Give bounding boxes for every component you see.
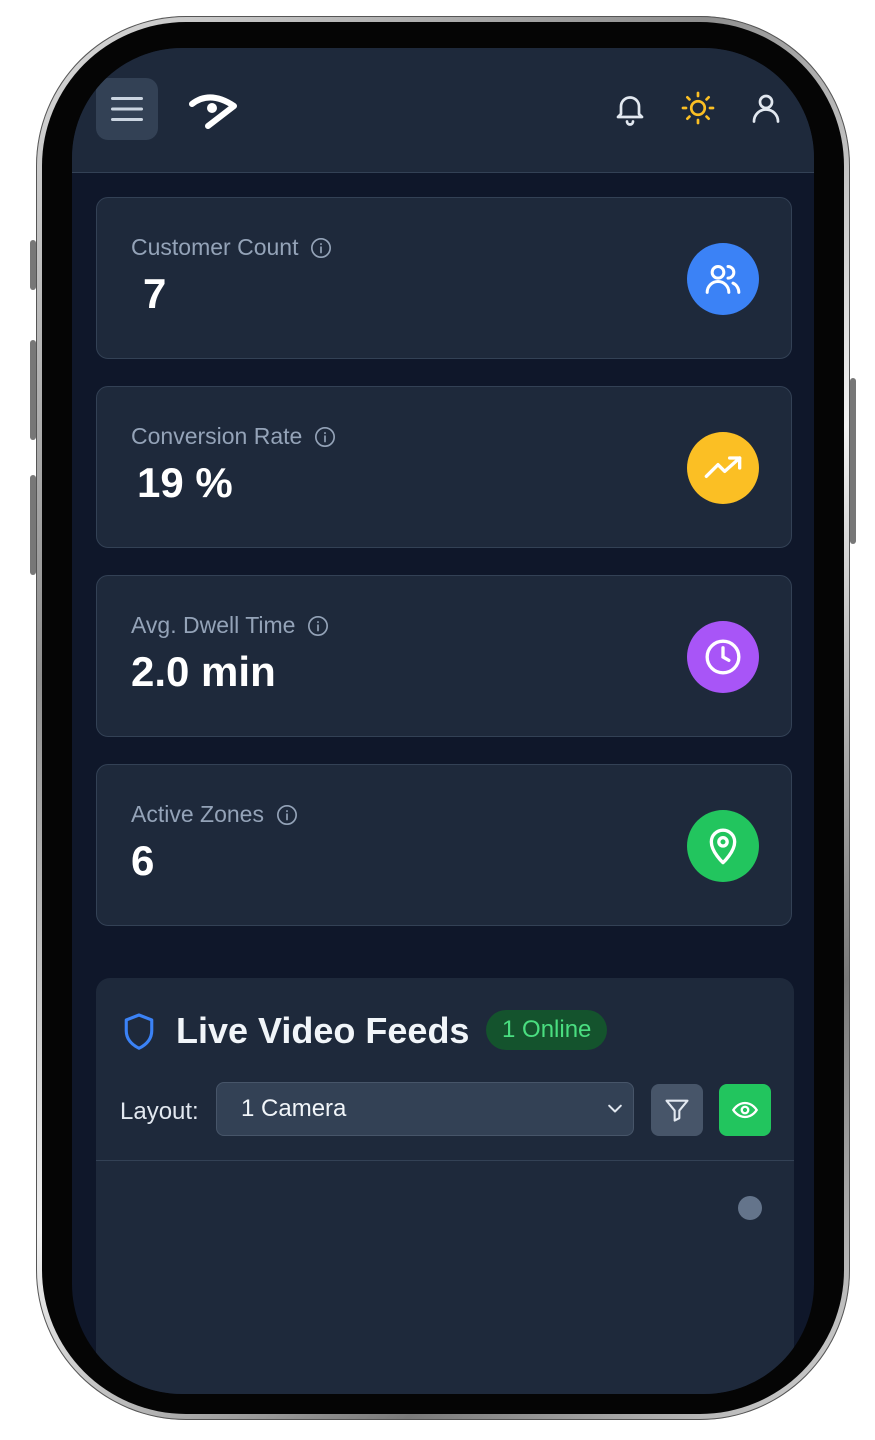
- layout-select[interactable]: 1 Camera: [216, 1082, 634, 1136]
- stat-icon-circle: [687, 621, 759, 693]
- stat-card-customer-count: Customer Count 7: [96, 197, 792, 359]
- stat-icon-circle: [687, 243, 759, 315]
- online-label: Online: [522, 1016, 592, 1043]
- layout-label: Layout:: [120, 1098, 199, 1125]
- online-status-badge: 1 Online: [486, 1010, 608, 1050]
- feeds-header: Live Video Feeds 1 Online Layout: 1 Came…: [96, 978, 794, 1161]
- view-button[interactable]: [719, 1084, 771, 1136]
- feeds-title: Live Video Feeds: [176, 1010, 470, 1051]
- stat-value: 19 %: [137, 459, 233, 506]
- menu-button[interactable]: [96, 78, 158, 140]
- stat-icon-circle: [687, 432, 759, 504]
- info-icon[interactable]: [310, 237, 332, 259]
- phone-volume-up: [30, 340, 36, 440]
- hamburger-icon: [111, 97, 143, 121]
- filter-button[interactable]: [651, 1084, 703, 1136]
- clock-icon: [705, 639, 741, 675]
- info-icon[interactable]: [314, 426, 336, 448]
- stat-card-conversion-rate: Conversion Rate 19 %: [96, 386, 792, 548]
- stat-icon-circle: [687, 810, 759, 882]
- phone-silent-switch: [30, 240, 36, 290]
- info-icon[interactable]: [276, 804, 298, 826]
- chevron-down-icon: [608, 1104, 622, 1113]
- filter-icon: [665, 1099, 689, 1122]
- users-icon: [705, 265, 741, 294]
- phone-volume-down: [30, 475, 36, 575]
- stat-label: Active Zones: [131, 801, 298, 828]
- feed-status-dot: [738, 1196, 762, 1220]
- stat-value: 7: [143, 270, 167, 317]
- online-count: 1: [502, 1016, 516, 1043]
- stat-label-text: Customer Count: [131, 234, 299, 260]
- top-bar: [72, 48, 814, 173]
- map-pin-icon: [709, 828, 737, 865]
- stat-card-active-zones: Active Zones 6: [96, 764, 792, 926]
- stat-label-text: Active Zones: [131, 801, 264, 827]
- user-icon[interactable]: [748, 90, 784, 126]
- stat-label: Avg. Dwell Time: [131, 612, 329, 639]
- shield-icon: [124, 1013, 154, 1050]
- sun-icon[interactable]: [680, 90, 716, 126]
- stat-label: Conversion Rate: [131, 423, 336, 450]
- stat-label: Customer Count: [131, 234, 332, 261]
- stat-value: 6: [131, 837, 155, 884]
- stat-label-text: Conversion Rate: [131, 423, 303, 449]
- app-screen: Customer Count 7 Conversion Rate 19 % Av…: [72, 48, 814, 1394]
- eye-icon: [731, 1101, 759, 1119]
- info-icon[interactable]: [307, 615, 329, 637]
- bell-icon[interactable]: [612, 90, 648, 126]
- phone-power-button: [850, 378, 856, 544]
- live-video-feeds-panel: Live Video Feeds 1 Online Layout: 1 Came…: [96, 978, 794, 1394]
- layout-select-value: 1 Camera: [241, 1095, 347, 1122]
- eye-logo-icon[interactable]: [188, 88, 240, 132]
- stat-card-avg-dwell-time: Avg. Dwell Time 2.0 min: [96, 575, 792, 737]
- stat-value: 2.0 min: [131, 648, 276, 695]
- stat-label-text: Avg. Dwell Time: [131, 612, 296, 638]
- trending-up-icon: [704, 456, 742, 478]
